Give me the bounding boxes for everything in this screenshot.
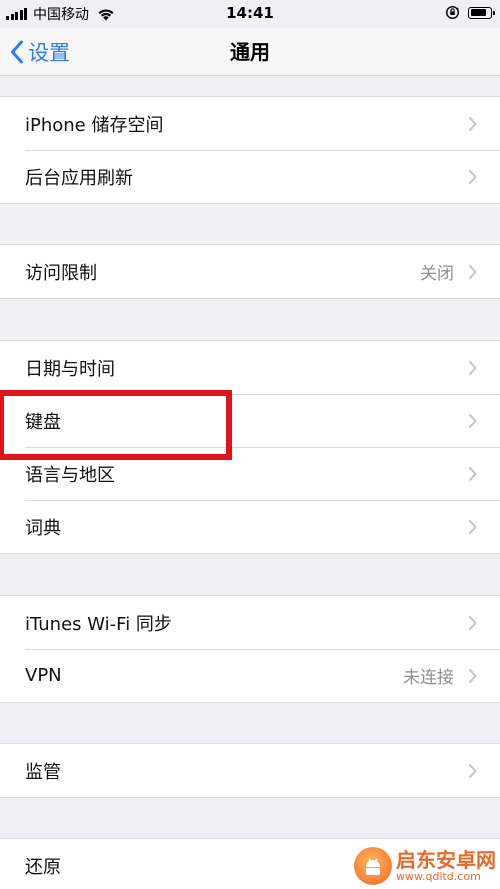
cell-iphone-storage[interactable]: iPhone 储存空间 bbox=[0, 97, 500, 150]
cell-label: iTunes Wi-Fi 同步 bbox=[25, 613, 172, 635]
status-right bbox=[445, 5, 495, 20]
cell-dictionary[interactable]: 词典 bbox=[0, 500, 500, 553]
cell-label: iPhone 储存空间 bbox=[25, 114, 164, 136]
status-time: 14:41 bbox=[226, 4, 274, 22]
chevron-right-icon bbox=[468, 264, 477, 280]
keyboard-highlight-box bbox=[0, 390, 232, 460]
chevron-right-icon bbox=[468, 519, 477, 535]
cell-vpn[interactable]: VPN 未连接 bbox=[0, 649, 500, 702]
status-bar: 中国移动 14:41 bbox=[0, 0, 500, 28]
cell-date-time[interactable]: 日期与时间 bbox=[0, 341, 500, 394]
cell-label: 后台应用刷新 bbox=[25, 167, 133, 189]
cell-label: 语言与地区 bbox=[25, 464, 115, 486]
settings-group-sync: iTunes Wi-Fi 同步 VPN 未连接 bbox=[0, 595, 500, 703]
cell-label: 访问限制 bbox=[25, 262, 97, 284]
cell-restrictions[interactable]: 访问限制 关闭 bbox=[0, 245, 500, 298]
watermark-name: 启东安卓网 bbox=[396, 847, 496, 872]
settings-group-supervision: 监管 bbox=[0, 743, 500, 798]
site-watermark: 启东安卓网 www.qdltd.com bbox=[354, 847, 496, 885]
battery-level bbox=[470, 9, 486, 16]
battery-icon bbox=[468, 6, 495, 19]
watermark-logo-icon bbox=[354, 847, 392, 885]
watermark-text: 启东安卓网 www.qdltd.com bbox=[396, 849, 496, 883]
chevron-right-icon bbox=[468, 466, 477, 482]
cell-label: 监管 bbox=[25, 761, 61, 783]
page-title: 通用 bbox=[230, 40, 270, 64]
cell-label: 词典 bbox=[25, 517, 61, 539]
settings-group-storage: iPhone 储存空间 后台应用刷新 bbox=[0, 96, 500, 204]
cell-background-refresh[interactable]: 后台应用刷新 bbox=[0, 150, 500, 203]
cell-label: VPN bbox=[25, 665, 62, 686]
chevron-right-icon bbox=[468, 668, 477, 684]
cell-supervision[interactable]: 监管 bbox=[0, 744, 500, 797]
orientation-lock-icon bbox=[445, 5, 460, 20]
chevron-right-icon bbox=[468, 360, 477, 376]
chevron-right-icon bbox=[468, 615, 477, 631]
settings-general-screen: 中国移动 14:41 设置 通用 iPhone 储存空间 后台应用刷新 访问限制… bbox=[0, 0, 500, 889]
cell-detail-value: 关闭 bbox=[420, 264, 454, 284]
navigation-bar: 设置 通用 bbox=[0, 28, 500, 76]
cell-detail-value: 未连接 bbox=[403, 668, 454, 688]
cell-itunes-wifi-sync[interactable]: iTunes Wi-Fi 同步 bbox=[0, 596, 500, 649]
settings-group-restrictions: 访问限制 关闭 bbox=[0, 244, 500, 299]
chevron-right-icon bbox=[468, 413, 477, 429]
cell-label: 还原 bbox=[25, 856, 61, 878]
android-icon bbox=[366, 858, 380, 875]
chevron-right-icon bbox=[468, 116, 477, 132]
chevron-right-icon bbox=[468, 763, 477, 779]
watermark-url: www.qdltd.com bbox=[396, 869, 481, 883]
chevron-right-icon bbox=[468, 169, 477, 185]
cell-label: 日期与时间 bbox=[25, 358, 115, 380]
